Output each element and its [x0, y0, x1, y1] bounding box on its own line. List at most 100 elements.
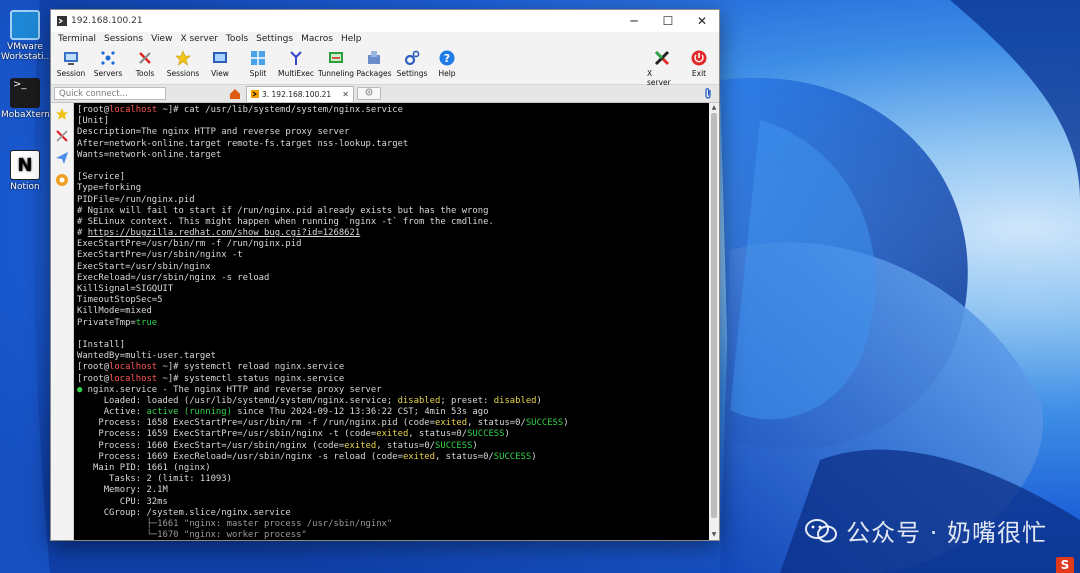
terminal-text-segment: ExecStart=/usr/sbin/nginx: [77, 261, 211, 272]
menu-bar: Terminal Sessions View X server Tools Se…: [51, 32, 719, 46]
toolbar-servers-button[interactable]: Servers: [93, 46, 123, 78]
terminal-text-segment: true: [135, 317, 158, 328]
terminal-line: ExecStart=/usr/sbin/nginx: [77, 262, 707, 273]
terminal-text-segment: Active:: [77, 407, 147, 418]
session-tab-close-icon[interactable]: ✕: [342, 90, 349, 99]
terminal-text-segment: Tasks: 2 (limit: 11093): [77, 474, 232, 485]
scroll-down-icon[interactable]: ▼: [709, 530, 719, 540]
home-tab[interactable]: [226, 86, 244, 101]
terminal-text-segment: ExecStartPre=/usr/sbin/nginx -t: [77, 250, 243, 261]
terminal-text-segment: [Unit]: [77, 116, 110, 127]
terminal-line: Description=The nginx HTTP and reverse p…: [77, 127, 707, 138]
tunneling-icon: [327, 49, 345, 67]
terminal-text-segment: active (running): [146, 407, 232, 418]
close-button[interactable]: ✕: [685, 10, 719, 32]
tray-badge[interactable]: S: [1056, 557, 1074, 573]
new-tab-button[interactable]: [356, 87, 381, 100]
desktop-icon-label: Notion: [10, 182, 40, 192]
terminal-line: Loaded: loaded (/usr/lib/systemd/system/…: [77, 396, 707, 407]
terminal-text-segment: disabled: [397, 395, 441, 406]
terminal-text-segment: SUCCESS: [493, 451, 532, 462]
terminal-text-segment: TimeoutStopSec=5: [77, 295, 163, 306]
toolbar-multiexec-button[interactable]: MultiExec: [278, 46, 314, 78]
menu-xserver[interactable]: X server: [176, 34, 222, 44]
terminal-text-segment: Loaded: loaded (/usr/lib/systemd/system/…: [77, 395, 398, 406]
terminal-line: # SELinux context. This might happen whe…: [77, 217, 707, 228]
terminal-line: ├─1661 "nginx: master process /usr/sbin/…: [77, 519, 707, 530]
toolbar: Session Servers Tools Sessions View Spli…: [51, 46, 719, 87]
terminal-text-segment: ): [563, 418, 569, 429]
sidebar-tools-button[interactable]: [53, 127, 71, 145]
menu-help[interactable]: Help: [337, 34, 366, 44]
terminal-pane[interactable]: [root@localhost ~]# cat /usr/lib/systemd…: [74, 103, 719, 540]
star-icon: [56, 108, 68, 120]
terminal-line: [Unit]: [77, 116, 707, 127]
scroll-up-icon[interactable]: ▲: [709, 103, 719, 113]
toolbar-session-button[interactable]: Session: [57, 46, 85, 78]
toolbar-view-button[interactable]: View: [207, 46, 233, 78]
toolbar-sessions-button[interactable]: Sessions: [167, 46, 199, 78]
terminal-text-segment: [Install]: [77, 339, 126, 350]
servers-icon: [99, 49, 117, 67]
terminal-text-segment: CPU: 32ms: [77, 496, 168, 507]
terminal-text-segment: WantedBy=multi-user.target: [77, 351, 216, 362]
exit-icon: [690, 49, 708, 67]
terminal-line: Process: 1660 ExecStart=/usr/sbin/nginx …: [77, 441, 707, 452]
quick-connect-input[interactable]: Quick connect...: [54, 87, 166, 100]
scrollbar-thumb[interactable]: [711, 113, 717, 518]
view-icon: [211, 49, 229, 67]
toolbar-help-button[interactable]: ? Help: [435, 46, 459, 78]
terminal-line: Process: 1658 ExecStartPre=/usr/bin/rm -…: [77, 418, 707, 429]
terminal-line: [root@localhost ~]# cat /usr/lib/systemd…: [77, 105, 707, 116]
title-bar[interactable]: 192.168.100.21 ─ ☐ ✕: [51, 10, 719, 32]
terminal-line: PIDFile=/run/nginx.pid: [77, 195, 707, 206]
toolbar-exit-button[interactable]: Exit: [687, 46, 711, 78]
toolbar-xserver-button[interactable]: X server: [647, 46, 677, 87]
terminal-text-segment: Main PID: 1661 (nginx): [77, 463, 211, 473]
sidebar-favorites-button[interactable]: [53, 105, 71, 123]
terminal-line: WantedBy=multi-user.target: [77, 351, 707, 362]
terminal-text-segment: PIDFile=/run/nginx.pid: [77, 194, 195, 205]
terminal-line: KillSignal=SIGQUIT: [77, 284, 707, 295]
minimize-button[interactable]: ─: [617, 10, 651, 32]
menu-sessions[interactable]: Sessions: [100, 34, 147, 44]
terminal-line: ExecStartPre=/usr/bin/rm -f /run/nginx.p…: [77, 239, 707, 250]
toolbar-packages-button[interactable]: Packages: [357, 46, 392, 78]
desktop-icon-notion[interactable]: N Notion: [1, 150, 49, 192]
terminal-text-segment: CGroup: /system.slice/nginx.service: [77, 507, 291, 518]
menu-settings[interactable]: Settings: [252, 34, 297, 44]
desktop-icon-vmware[interactable]: VMware Workstati...: [1, 10, 49, 62]
terminal-text-segment: , status=0/: [435, 451, 494, 462]
menu-tools[interactable]: Tools: [222, 34, 252, 44]
desktop-icon-label: MobaXterm: [1, 110, 49, 120]
session-tab[interactable]: 3. 192.168.100.21 ✕: [246, 85, 354, 102]
menu-terminal[interactable]: Terminal: [54, 34, 100, 44]
toolbar-settings-button[interactable]: Settings: [397, 46, 427, 78]
tools-icon: [56, 130, 68, 142]
left-sidebar: [51, 103, 74, 540]
toolbar-split-button[interactable]: Split: [245, 46, 271, 78]
toolbar-tools-button[interactable]: Tools: [131, 46, 159, 78]
terminal-text-segment: └─1670 "nginx: worker process": [77, 530, 307, 540]
terminal-text-segment: localhost: [109, 373, 158, 384]
sidebar-macros-button[interactable]: [53, 149, 71, 167]
sidebar-sftp-button[interactable]: [53, 171, 71, 189]
terminal-line: TimeoutStopSec=5: [77, 295, 707, 306]
terminal-text-segment: [root@: [77, 362, 110, 373]
sftp-icon: [56, 174, 68, 186]
terminal-text-segment: , status=0/: [408, 429, 468, 440]
desktop-icon-mobaxterm[interactable]: >_ MobaXterm: [1, 78, 49, 120]
menu-macros[interactable]: Macros: [297, 34, 337, 44]
toolbar-tunneling-button[interactable]: Tunneling: [318, 46, 354, 78]
maximize-button[interactable]: ☐: [651, 10, 685, 32]
desktop-icon-label: VMware: [7, 42, 43, 52]
terminal-text-segment: ~]# systemctl status nginx.service: [157, 373, 345, 384]
terminal-line: [Service]: [77, 172, 707, 183]
terminal-scrollbar[interactable]: ▲ ▼: [709, 103, 719, 540]
terminal-text-segment: localhost: [109, 105, 158, 115]
terminal-text-segment[interactable]: https://bugzilla.redhat.com/show_bug.cgi…: [88, 228, 361, 238]
terminal-text-segment: , status=0/: [467, 418, 526, 429]
paperclip-icon[interactable]: [703, 87, 713, 99]
terminal-text-segment: Process: 1660 ExecStart=/usr/sbin/nginx …: [77, 440, 345, 451]
menu-view[interactable]: View: [147, 34, 176, 44]
